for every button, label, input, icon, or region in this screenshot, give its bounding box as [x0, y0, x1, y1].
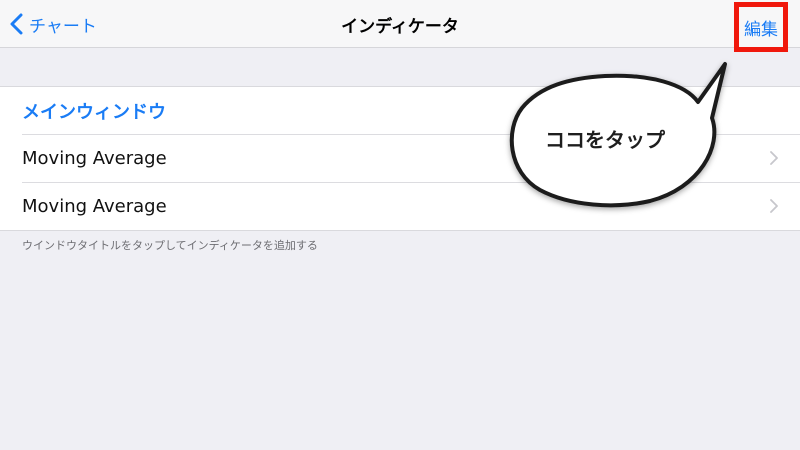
- edit-button[interactable]: 編集: [734, 2, 788, 52]
- list-item-label: Moving Average: [22, 147, 167, 169]
- callout-bubble: ココをタップ: [500, 56, 740, 216]
- callout-text: ココをタップ: [545, 128, 665, 152]
- page-title: インディケータ: [341, 17, 459, 37]
- chevron-right-icon: [770, 199, 778, 213]
- chevron-right-icon: [770, 151, 778, 165]
- section-footer-note: ウインドウタイトルをタップしてインディケータを追加する: [22, 239, 318, 252]
- list-item-label: Moving Average: [22, 195, 167, 217]
- edit-button-label: 編集: [744, 19, 778, 40]
- navigation-bar: チャート インディケータ 編集: [0, 0, 800, 52]
- screen: チャート インディケータ 編集 メインウィンドウ Moving Average …: [0, 0, 800, 450]
